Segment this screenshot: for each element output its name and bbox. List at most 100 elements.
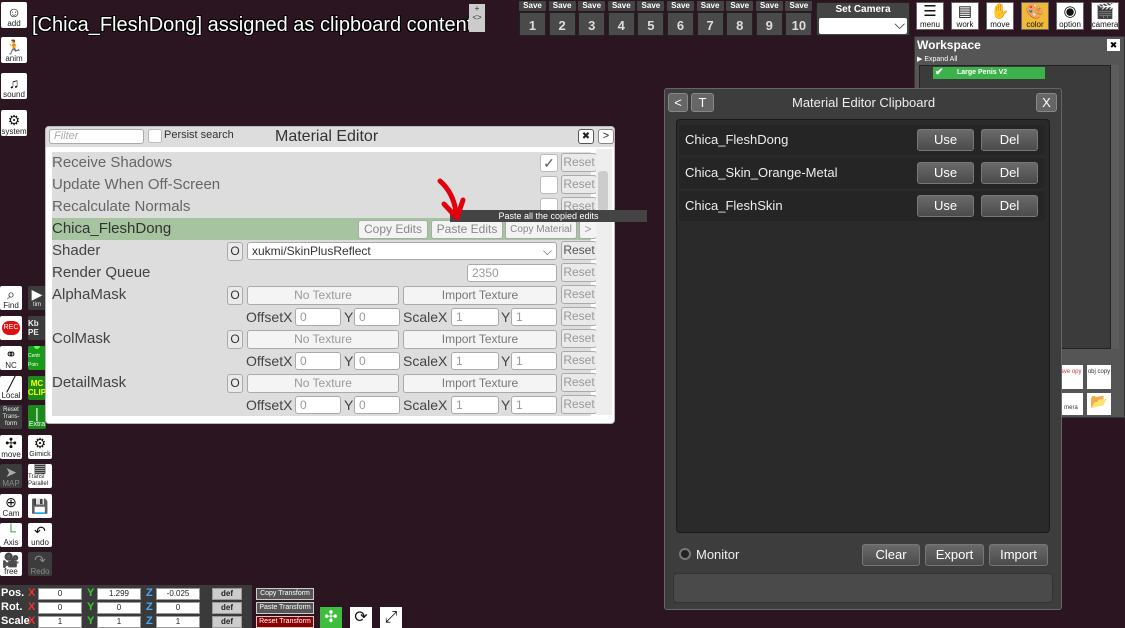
save-copy-button[interactable]: ave opy <box>1059 365 1083 389</box>
rec-button[interactable]: REC <box>0 316 22 340</box>
scale-y-input[interactable]: 1 <box>511 352 557 370</box>
map-button[interactable]: ➤ MAP <box>0 464 22 488</box>
save-slot-1[interactable]: Save 1 <box>519 1 546 36</box>
camera-button[interactable]: 🎬 camera <box>1091 2 1119 30</box>
transl-parallel-button[interactable]: ▦ Transl Parallel <box>28 464 52 488</box>
offset-y-input[interactable]: 0 <box>354 308 400 326</box>
copy-material-button[interactable]: Copy Material <box>505 220 577 239</box>
anim-button[interactable]: 🏃 anim <box>1 37 27 63</box>
import-button[interactable]: Import <box>989 544 1048 566</box>
save-slot-9[interactable]: Save 9 <box>755 1 783 36</box>
texture-open-button[interactable]: O <box>227 330 243 349</box>
extra-button[interactable]: | Extra <box>28 405 46 429</box>
delete-button[interactable]: Del <box>981 162 1038 184</box>
persist-search-checkbox[interactable] <box>148 129 162 143</box>
camera-item-button[interactable]: mera <box>1059 393 1083 415</box>
redo-button[interactable]: ↷ Redo <box>28 552 52 576</box>
scale-x-input[interactable]: 1 <box>451 308 499 326</box>
offset-x-input[interactable]: 0 <box>295 396 341 414</box>
transform-x-input[interactable]: 0 <box>38 602 82 614</box>
receive-shadows-reset-button[interactable]: Reset <box>561 153 597 172</box>
monitor-checkbox[interactable] <box>679 548 691 560</box>
keyframe-button[interactable]: Kb PE <box>28 316 46 340</box>
texture-reset-button[interactable]: Reset <box>561 329 597 348</box>
texture-offset-reset-button[interactable]: Reset <box>561 307 597 326</box>
shader-reset-button[interactable]: Reset <box>561 241 597 260</box>
sound-button[interactable]: ♫ sound <box>1 73 27 99</box>
transform-default-button[interactable]: def <box>212 588 242 600</box>
scale-x-input[interactable]: 1 <box>451 396 499 414</box>
save-slot-10[interactable]: Save 10 <box>785 1 813 36</box>
clear-button[interactable]: Clear <box>862 544 920 566</box>
no-texture-button[interactable]: No Texture <box>247 286 399 305</box>
clipboard-back-button[interactable]: < <box>668 93 688 112</box>
save-slot-7[interactable]: Save 7 <box>696 1 724 36</box>
texture-offset-reset-button[interactable]: Reset <box>561 395 597 414</box>
save-slot-8[interactable]: Save 8 <box>726 1 754 36</box>
update-offscreen-reset-button[interactable]: Reset <box>561 175 597 194</box>
render-queue-input[interactable]: 2350 <box>467 264 557 282</box>
work-button[interactable]: ▤ work <box>951 2 979 30</box>
save-slot-5[interactable]: Save 5 <box>637 1 665 36</box>
transform-y-input[interactable]: 1.299 <box>97 588 141 600</box>
transform-default-button[interactable]: def <box>212 616 242 628</box>
rotate-gizmo-button[interactable]: ⟳ <box>350 607 372 628</box>
axis-button[interactable]: └ Axis <box>0 523 22 547</box>
local-button[interactable]: ╱ Local <box>0 376 22 400</box>
material-editor-close-button[interactable]: ✖ <box>578 129 594 144</box>
receive-shadows-checkbox[interactable]: ✓ <box>540 154 558 172</box>
gimick-button[interactable]: ⚙ Gimick <box>28 435 52 459</box>
transform-z-input[interactable]: 0 <box>156 602 200 614</box>
copy-edits-button[interactable]: Copy Edits <box>358 220 428 239</box>
filter-input[interactable]: Filter <box>49 129 144 144</box>
move-gizmo-button[interactable]: ✣ <box>320 607 342 628</box>
texture-open-button[interactable]: O <box>227 286 243 305</box>
shader-open-button[interactable]: O <box>227 242 243 261</box>
scrollbar[interactable] <box>1111 65 1119 349</box>
set-camera-dropdown[interactable]: Set Camera ⌵ <box>816 2 910 36</box>
notification-collapse-button[interactable]: + <> <box>469 4 485 32</box>
transform-x-input[interactable]: 1 <box>38 616 82 628</box>
import-texture-button[interactable]: Import Texture <box>403 286 557 305</box>
color-button[interactable]: 🎨 color <box>1021 2 1049 30</box>
use-button[interactable]: Use <box>917 129 974 151</box>
transform-z-input[interactable]: -0.025 <box>156 588 200 600</box>
import-texture-button[interactable]: Import Texture <box>403 374 557 393</box>
cam-button[interactable]: ⊕ Cam <box>0 494 22 518</box>
scale-y-input[interactable]: 1 <box>511 308 557 326</box>
nc-button[interactable]: ⚭ NC <box>0 346 22 370</box>
undo-button[interactable]: ↶ undo <box>28 523 52 547</box>
save-scene-button[interactable]: 💾 <box>28 494 52 518</box>
use-button[interactable]: Use <box>917 162 974 184</box>
expand-all-link[interactable]: ▶ Expand All <box>917 55 957 63</box>
option-button[interactable]: ◉ option <box>1056 2 1084 30</box>
transform-default-button[interactable]: def <box>212 602 242 614</box>
free-button[interactable]: 🎥 free <box>0 552 22 576</box>
offset-y-input[interactable]: 0 <box>354 396 400 414</box>
folder-button[interactable]: 📂 <box>1087 393 1111 415</box>
material-more-button[interactable]: > <box>579 220 597 239</box>
material-editor-next-button[interactable]: > <box>598 129 614 144</box>
save-slot-4[interactable]: Save 4 <box>607 1 635 36</box>
texture-reset-button[interactable]: Reset <box>561 285 597 304</box>
timeline-button[interactable]: ▶ tim <box>28 286 46 310</box>
add-button[interactable]: ☺ add <box>1 2 27 28</box>
transform-y-input[interactable]: 1 <box>97 616 141 628</box>
save-slot-6[interactable]: Save 6 <box>667 1 694 36</box>
delete-button[interactable]: Del <box>981 195 1038 217</box>
clipboard-t-button[interactable]: T <box>691 93 714 112</box>
obj-copy-button[interactable]: obj copy <box>1087 365 1111 389</box>
material-editor-scroll-thumb[interactable] <box>598 171 608 211</box>
menu-button[interactable]: ☰ menu <box>916 2 944 30</box>
system-button[interactable]: ⚙ system <box>1 110 27 136</box>
shader-dropdown[interactable]: xukmi/SkinPlusReflect ⌵ <box>247 242 557 260</box>
reset-transform-button[interactable]: Reset Trans-form <box>0 405 22 429</box>
update-offscreen-checkbox[interactable] <box>540 176 558 194</box>
clipboard-close-button[interactable]: X <box>1036 93 1057 112</box>
import-texture-button[interactable]: Import Texture <box>403 330 557 349</box>
use-button[interactable]: Use <box>917 195 974 217</box>
save-slot-2[interactable]: Save 2 <box>548 1 576 36</box>
offset-y-input[interactable]: 0 <box>354 352 400 370</box>
transform-z-input[interactable]: 1 <box>156 616 200 628</box>
offset-x-input[interactable]: 0 <box>295 308 341 326</box>
